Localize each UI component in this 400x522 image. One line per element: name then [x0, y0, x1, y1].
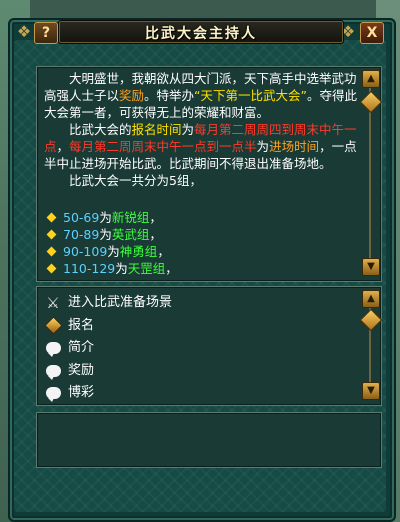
entry-time-value: 每月第二周周末中午一点到一点半 — [69, 139, 257, 154]
list-item: 90-109为神勇组， — [46, 243, 356, 260]
punctuation: ， — [149, 227, 162, 242]
dialog-text: 大明盛世，我朝欲从四大门派，天下高手中选举武功高强人士子以奖励。特举办“天下第一… — [44, 70, 360, 189]
crossed-swords-icon: ⚔ — [46, 294, 60, 312]
close-button[interactable]: X — [360, 22, 384, 44]
options-menu: ⚔ 进入比武准备场景 报名 简介 奖励 博彩 — [43, 292, 344, 405]
menu-item-label: 奖励 — [68, 362, 95, 378]
menu-item-label: 博彩 — [68, 385, 95, 401]
signup-time-label: 报名时间 — [131, 122, 182, 137]
punctuation: ， — [157, 244, 170, 259]
diamond-bullet-icon — [46, 212, 57, 223]
schedule-text: 比武大会的 — [69, 122, 132, 137]
connector: 为 — [99, 227, 112, 242]
intro-text-2: 。特举办 — [144, 88, 195, 103]
connector: 为 — [115, 261, 128, 276]
punctuation: ， — [165, 261, 178, 276]
chat-bubble-icon — [44, 384, 62, 403]
list-item: 50-69为新锐组， — [46, 209, 356, 226]
punctuation: ， — [149, 210, 162, 225]
scroll-up-icon[interactable]: ▲ — [362, 290, 380, 308]
window-title: 比武大会主持人 — [145, 26, 257, 42]
menu-item-enter-arena[interactable]: ⚔ 进入比武准备场景 — [44, 292, 344, 314]
level-range: 70-89 — [63, 227, 100, 242]
title-bar[interactable]: 比武大会主持人 — [58, 20, 344, 44]
connector: 为 — [99, 210, 112, 225]
schedule-text-4: 为 — [256, 139, 270, 154]
schedule-text-3: ， — [56, 139, 70, 154]
scroll-up-icon[interactable]: ▲ — [362, 70, 380, 88]
footer-panel — [36, 412, 382, 468]
diamond-icon — [43, 316, 63, 335]
chat-bubble-icon — [44, 339, 62, 358]
schedule-paragraph: 比武大会的报名时间为每月第二周周四到周末中午一点，每月第二周周末中午一点到一点半… — [44, 121, 360, 172]
groups-intro: 比武大会一共分为5组， — [69, 173, 202, 188]
entry-time-label: 进场时间 — [269, 139, 320, 154]
scroll-down-icon[interactable]: ▼ — [362, 382, 380, 400]
menu-item-signup[interactable]: 报名 — [43, 315, 344, 337]
intro-paragraph: 大明盛世，我朝欲从四大门派，天下高手中选举武功高强人士子以奖励。特举办“天下第一… — [44, 70, 360, 121]
menu-item-intro[interactable]: 简介 — [44, 337, 344, 359]
group-list: 50-69为新锐组， 70-89为英武组， 90-109为神勇组， 110-12… — [46, 209, 356, 277]
group-name: 天罡组 — [127, 261, 166, 276]
chat-bubble-icon — [44, 362, 62, 380]
dialog-scrollbar[interactable]: ▲ ▼ — [359, 70, 383, 276]
diamond-bullet-icon — [46, 263, 57, 274]
menu-item-label: 报名 — [68, 317, 95, 333]
list-item: 110-129为天罡组， — [46, 260, 356, 277]
level-range: 50-69 — [63, 210, 100, 225]
title-ornament-left-icon: ❖ — [16, 22, 32, 41]
group-name: 新锐组 — [111, 210, 150, 225]
schedule-text-2: 为 — [181, 122, 195, 137]
level-range: 110-129 — [63, 261, 116, 276]
connector: 为 — [107, 244, 120, 259]
group-name: 英武组 — [111, 227, 150, 242]
group-name: 神勇组 — [119, 244, 158, 259]
scroll-down-icon[interactable]: ▼ — [362, 258, 380, 276]
level-range: 90-109 — [63, 244, 108, 259]
help-button[interactable]: ? — [34, 22, 58, 44]
reward-highlight: 奖励 — [119, 88, 145, 103]
event-name-highlight: “天下第一比武大会” — [194, 88, 307, 103]
list-item: 70-89为英武组， — [46, 226, 356, 243]
menu-item-rewards[interactable]: 奖励 — [44, 360, 344, 382]
options-scrollbar[interactable]: ▲ ▼ — [359, 290, 383, 400]
menu-item-label: 简介 — [68, 340, 95, 356]
menu-item-betting[interactable]: 博彩 — [44, 382, 344, 404]
diamond-bullet-icon — [46, 246, 57, 257]
menu-item-label: 进入比武准备场景 — [68, 295, 173, 310]
diamond-bullet-icon — [46, 229, 57, 240]
